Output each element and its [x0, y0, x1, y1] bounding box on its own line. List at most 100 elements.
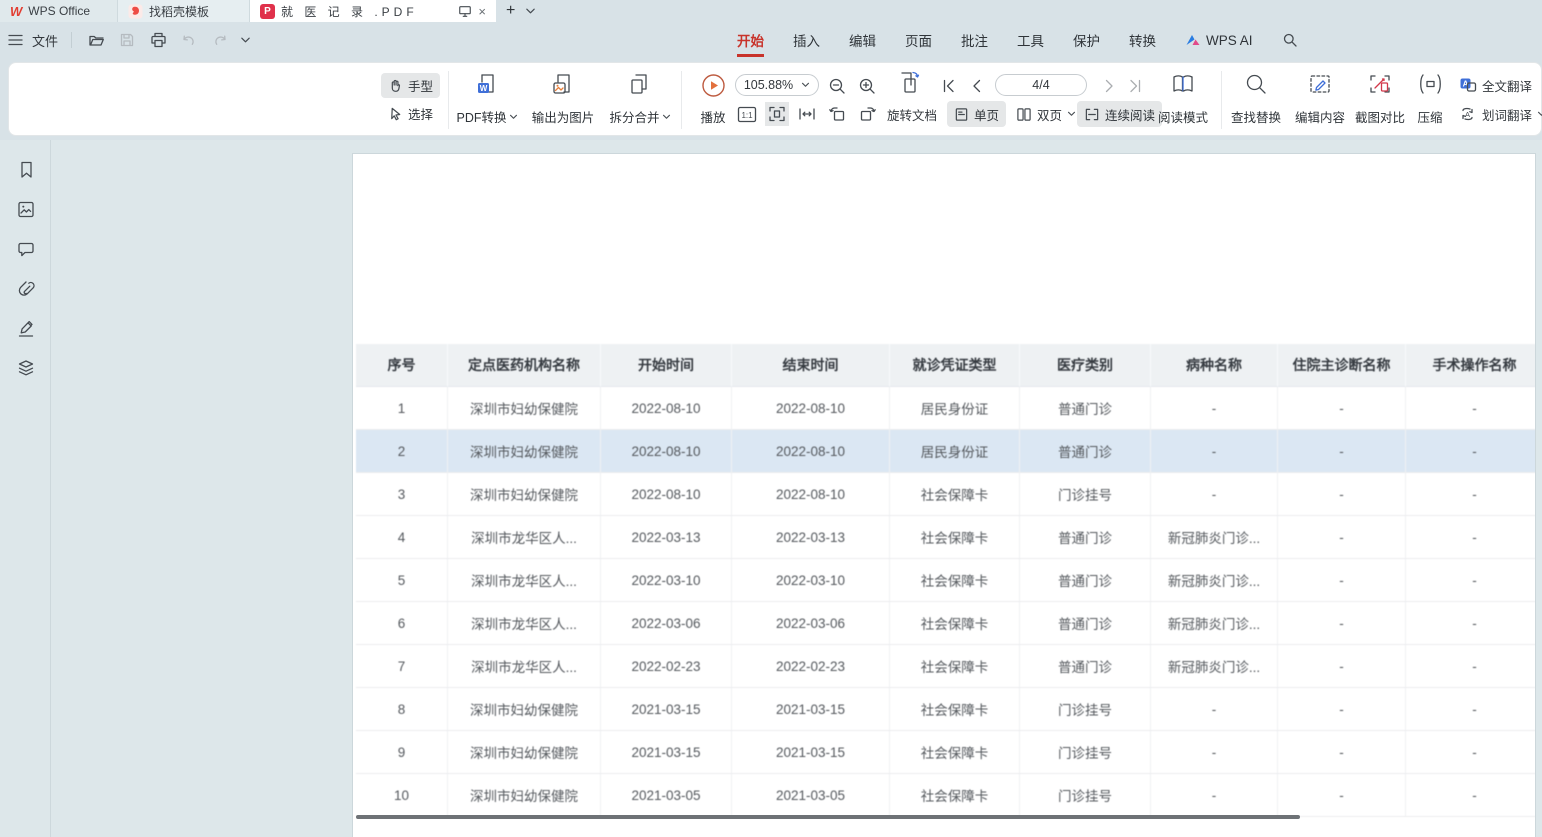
tab-document-active[interactable]: P 就 医 记 录 .PDF × [250, 0, 496, 22]
table-cell: - [1278, 688, 1406, 731]
save-icon[interactable] [116, 29, 138, 51]
ribbon-tabs: 开始 插入 编辑 页面 批注 工具 保护 转换 WPS AI [737, 22, 1298, 58]
rotate-left-button[interactable] [825, 102, 849, 126]
pdf-convert-icon: W [474, 72, 500, 98]
file-menu-button[interactable]: 文件 [32, 31, 58, 50]
table-cell: 普通门诊 [1020, 602, 1151, 645]
table-cell: 深圳市妇幼保健院 [448, 731, 601, 774]
pdf-convert-button[interactable]: W PDF转换 [452, 70, 522, 130]
zoom-out-button[interactable] [825, 74, 849, 98]
ribbon-search[interactable] [1282, 22, 1298, 58]
table-cell: 深圳市妇幼保健院 [448, 774, 601, 817]
tab-protect[interactable]: 保护 [1073, 22, 1100, 58]
attachment-icon[interactable] [13, 276, 39, 302]
table-cell: 深圳市龙华区人... [448, 516, 601, 559]
tab-wps-office[interactable]: W WPS Office [0, 0, 118, 22]
chevron-down-icon [1067, 111, 1076, 117]
tab-home[interactable]: 开始 [737, 22, 764, 58]
split-merge-button[interactable]: 拆分合并 [604, 70, 676, 130]
table-cell: 社会保障卡 [890, 645, 1020, 688]
folder-open-icon[interactable] [85, 29, 107, 51]
svg-text:W: W [480, 84, 488, 93]
table-cell: 3 [356, 473, 448, 516]
bookmark-icon[interactable] [13, 157, 39, 183]
tab-page[interactable]: 页面 [905, 22, 932, 58]
table-row: 10深圳市妇幼保健院2021-03-052021-03-05社会保障卡门诊挂号-… [356, 774, 1536, 817]
export-image-button[interactable]: 输出为图片 [524, 70, 602, 130]
undo-icon[interactable] [178, 29, 200, 51]
svg-text:A: A [1465, 110, 1470, 119]
table-row: 7深圳市龙华区人...2022-02-232022-02-23社会保障卡普通门诊… [356, 645, 1536, 688]
table-cell: 2022-08-10 [601, 473, 732, 516]
tab-insert[interactable]: 插入 [793, 22, 820, 58]
hand-tool-button[interactable]: 手型 [381, 73, 440, 98]
table-cell: 深圳市龙华区人... [448, 602, 601, 645]
word-translate-icon: A [1459, 106, 1477, 122]
table-cell: 新冠肺炎门诊... [1151, 602, 1278, 645]
table-cell: 9 [356, 731, 448, 774]
layers-icon[interactable] [13, 355, 39, 381]
tab-edit[interactable]: 编辑 [849, 22, 876, 58]
signature-icon[interactable] [13, 316, 39, 342]
zoom-level-select[interactable]: 105.88% [735, 74, 819, 96]
table-header-cell: 开始时间 [601, 344, 732, 387]
play-button[interactable]: 播放 [689, 70, 737, 130]
read-mode-button[interactable]: 阅读模式 [1151, 70, 1215, 130]
redo-icon[interactable] [209, 29, 231, 51]
table-cell: 5 [356, 559, 448, 602]
zoom-in-button[interactable] [855, 74, 879, 98]
svg-text:1:1: 1:1 [741, 111, 753, 120]
page-swap-button[interactable] [897, 71, 921, 95]
word-translate-button[interactable]: A 划词翻译 [1459, 102, 1542, 126]
tab-wps-ai[interactable]: WPS AI [1185, 22, 1253, 58]
tab-docer-templates[interactable]: 找稻壳模板 [118, 0, 250, 22]
table-cell: 居民身份证 [890, 430, 1020, 473]
table-cell: 2022-03-13 [601, 516, 732, 559]
next-page-button[interactable] [1099, 76, 1119, 96]
fit-width-button[interactable] [795, 102, 819, 126]
tab-wps-office-label: WPS Office [28, 4, 90, 18]
page-indicator-input[interactable]: 4/4 [995, 74, 1087, 96]
docer-logo [128, 4, 143, 19]
table-cell: 普通门诊 [1020, 516, 1151, 559]
single-page-button[interactable]: 单页 [947, 101, 1006, 127]
table-cell: 1 [356, 387, 448, 430]
print-icon[interactable] [147, 29, 169, 51]
double-page-button[interactable]: 双页 [1009, 101, 1083, 127]
tab-convert[interactable]: 转换 [1129, 22, 1156, 58]
close-icon[interactable]: × [478, 5, 486, 18]
select-tool-button[interactable]: 选择 [381, 101, 440, 126]
table-cell: - [1406, 430, 1536, 473]
full-translate-button[interactable]: A 全文翻译 [1459, 73, 1532, 97]
rotate-doc-button[interactable]: 旋转文档 [887, 101, 937, 127]
table-header-cell: 病种名称 [1151, 344, 1278, 387]
table-cell: 门诊挂号 [1020, 473, 1151, 516]
quick-access-chevron-icon[interactable] [240, 36, 251, 44]
compress-button[interactable]: 压缩 [1409, 70, 1451, 130]
tab-tools[interactable]: 工具 [1017, 22, 1044, 58]
actual-size-button[interactable]: 1:1 [735, 102, 759, 126]
hamburger-icon[interactable] [8, 34, 23, 46]
table-cell: 社会保障卡 [890, 559, 1020, 602]
table-cell: 社会保障卡 [890, 516, 1020, 559]
table-cell: - [1151, 473, 1278, 516]
table-row: 4深圳市龙华区人...2022-03-132022-03-13社会保障卡普通门诊… [356, 516, 1536, 559]
edit-content-button[interactable]: 编辑内容 [1289, 70, 1351, 130]
screenshot-compare-icon [1368, 72, 1392, 96]
thumbnail-icon[interactable] [13, 196, 39, 222]
find-replace-button[interactable]: 查找替换 [1225, 70, 1287, 130]
new-tab-plus-icon[interactable]: + [506, 3, 515, 19]
first-page-button[interactable] [939, 76, 959, 96]
fit-page-button[interactable] [765, 102, 789, 126]
screenshot-compare-button[interactable]: 截图对比 [1349, 70, 1411, 130]
monitor-icon[interactable] [458, 5, 472, 18]
tab-comment[interactable]: 批注 [961, 22, 988, 58]
comment-icon[interactable] [13, 236, 39, 262]
table-row: 6深圳市龙华区人...2022-03-062022-03-06社会保障卡普通门诊… [356, 602, 1536, 645]
rotate-right-button[interactable] [855, 102, 879, 126]
continuous-read-button[interactable]: 连续阅读 [1077, 101, 1162, 127]
last-page-button[interactable] [1125, 76, 1145, 96]
table-cell: - [1406, 602, 1536, 645]
prev-page-button[interactable] [967, 76, 987, 96]
tab-list-chevron-icon[interactable] [525, 7, 536, 15]
